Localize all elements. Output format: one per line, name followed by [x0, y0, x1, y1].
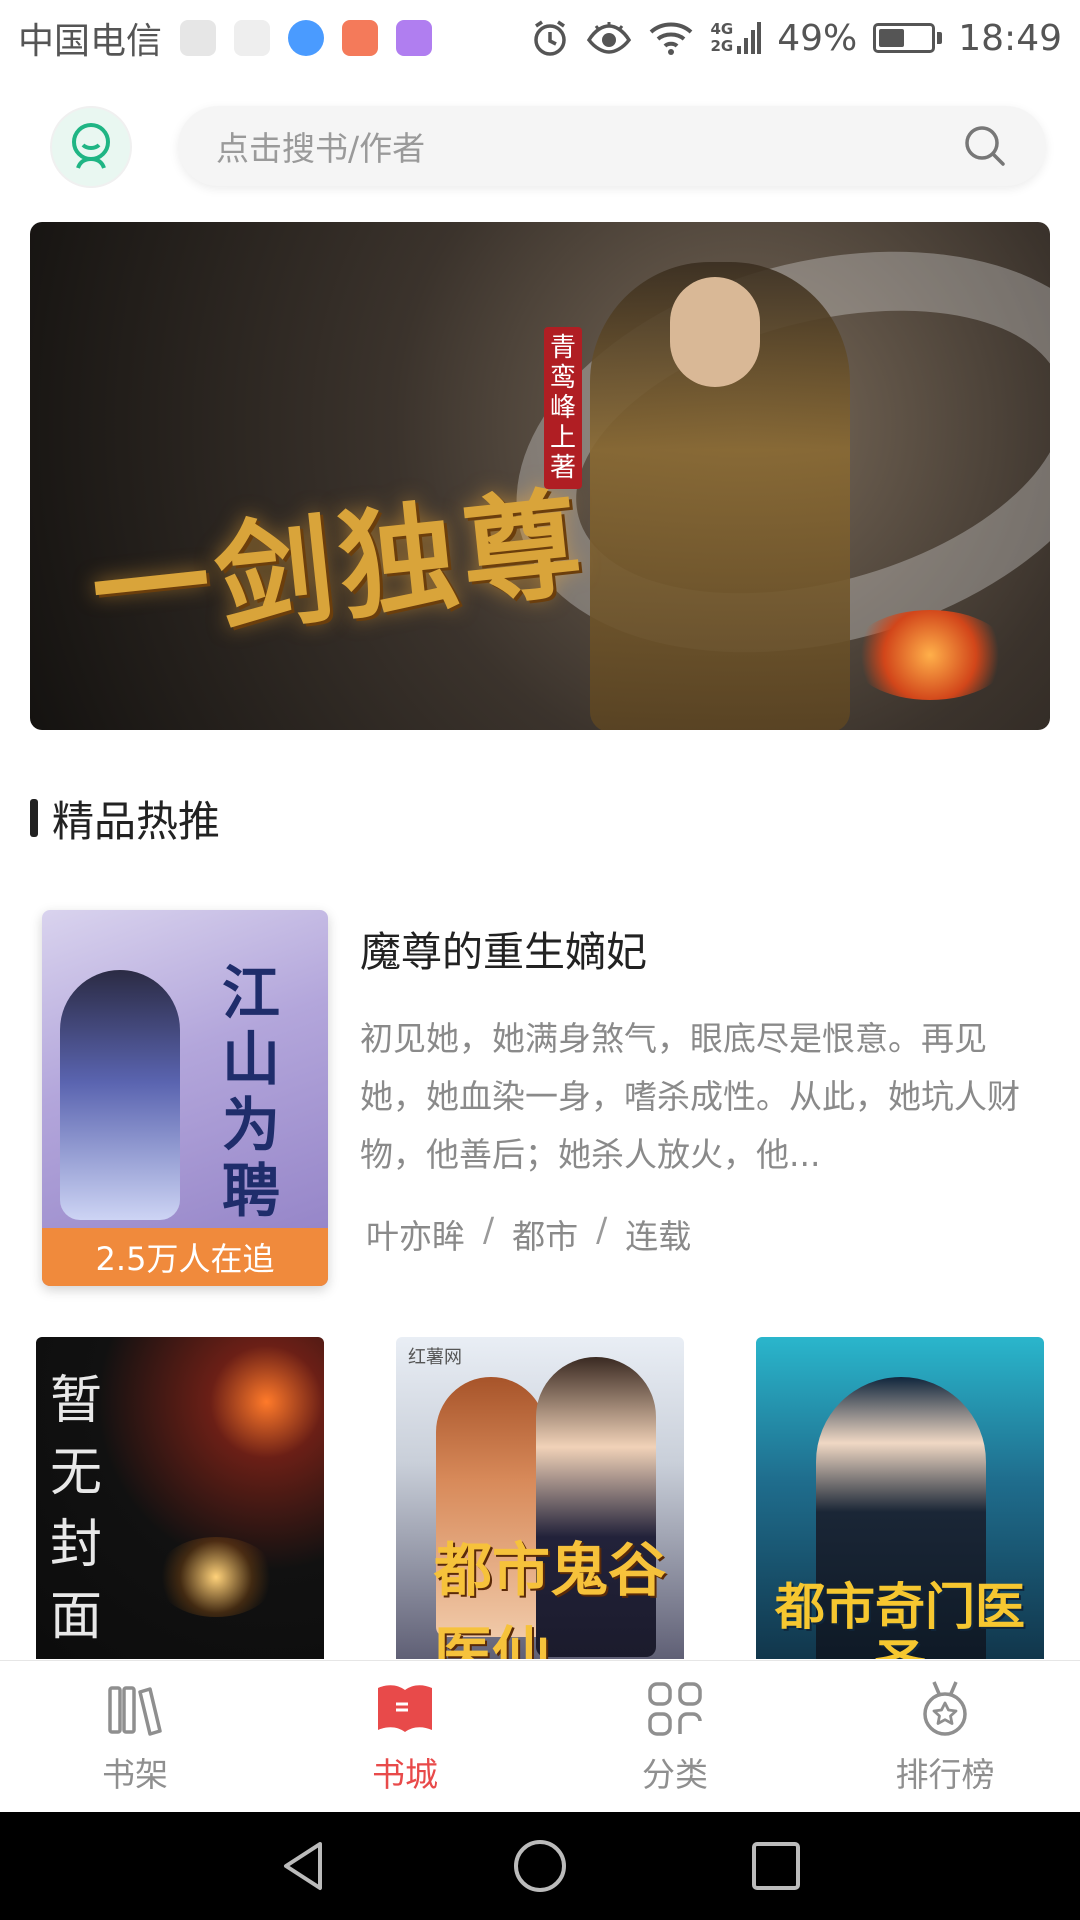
cover-title: 都市奇门医圣	[775, 1577, 1025, 1660]
nav-label: 书架	[102, 1754, 168, 1794]
section-header: 精品热推	[30, 790, 220, 846]
followers-badge: 2.5万人在追	[42, 1228, 328, 1286]
banner-character-head	[670, 277, 760, 387]
book-category: 都市	[512, 1217, 579, 1256]
battery-percent: 49%	[777, 17, 858, 59]
notification-icon-a	[180, 20, 217, 56]
network-2g-label: 2G	[710, 37, 734, 55]
book-status: 连载	[625, 1217, 692, 1256]
book-grid-row: 暂无封面 红薯网 都市鬼谷医仙 都市奇门医圣	[36, 1337, 1046, 1659]
cover-title: 都市鬼谷医仙	[434, 1536, 667, 1659]
user-avatar[interactable]	[50, 106, 132, 188]
recents-icon[interactable]	[748, 1838, 804, 1894]
book-cover-item[interactable]: 红薯网 都市鬼谷医仙	[396, 1337, 684, 1659]
cover-title: 江山为聘	[221, 959, 280, 1225]
bookshelf-icon	[108, 1685, 162, 1736]
meta-separator: /	[596, 1210, 608, 1249]
nav-bookstore[interactable]: 书城	[270, 1661, 540, 1812]
medal-icon	[923, 1680, 967, 1736]
cover-glow-decoration	[156, 1537, 276, 1617]
avatar-icon	[72, 123, 110, 169]
banner-carousel[interactable]: 一剑独尊 青鸾峰上著	[30, 222, 1050, 730]
wifi-icon	[650, 22, 693, 55]
banner-author-seal: 青鸾峰上著	[544, 327, 582, 489]
status-right: 4G 2G 49% 18:49	[530, 18, 1062, 59]
nav-label: 书城	[372, 1754, 438, 1794]
meta-separator: /	[483, 1210, 495, 1249]
cover-placeholder-text: 暂无封面	[50, 1371, 103, 1647]
featured-book-card[interactable]: 江山为聘 2.5万人在追 魔尊的重生嫡妃 初见她，她满身煞气，眼底尽是恨意。再见…	[42, 910, 1042, 1290]
nav-label: 分类	[642, 1754, 708, 1794]
banner-fire-decoration	[850, 610, 1010, 700]
battery-icon	[873, 23, 943, 53]
grid-icon	[648, 1681, 702, 1736]
system-navigation-bar	[0, 1812, 1080, 1920]
featured-book-title[interactable]: 魔尊的重生嫡妃	[360, 918, 647, 978]
status-bar: 中国电信 4G 2G 49% 18:49	[0, 0, 1080, 76]
gallery-app-icon	[396, 20, 433, 56]
featured-book-cover[interactable]: 江山为聘 2.5万人在追	[42, 910, 328, 1286]
search-icon[interactable]	[962, 123, 1008, 169]
book-cover-item[interactable]: 暂无封面	[36, 1337, 324, 1659]
alarm-icon	[534, 20, 567, 56]
cover-brand: 红薯网	[408, 1347, 462, 1368]
carrier-label: 中国电信	[18, 21, 163, 62]
clock: 18:49	[958, 17, 1062, 59]
back-icon[interactable]	[276, 1838, 332, 1894]
featured-book-meta: 叶亦眸 / 都市 / 连载	[366, 1210, 691, 1258]
search-input[interactable]: 点击搜书/作者	[178, 106, 1046, 186]
section-title: 精品热推	[52, 796, 221, 846]
banner-title: 一剑独尊	[85, 472, 593, 663]
network-4g-label: 4G	[710, 20, 734, 38]
cover-figure	[60, 970, 180, 1220]
home-icon[interactable]	[512, 1838, 568, 1894]
book-open-icon	[378, 1684, 432, 1732]
nav-label: 排行榜	[895, 1754, 995, 1794]
mail-app-icon	[342, 20, 379, 56]
nav-bookshelf[interactable]: 书架	[0, 1661, 270, 1812]
book-cover-item[interactable]: 都市奇门医圣	[756, 1337, 1044, 1659]
nav-ranking[interactable]: 排行榜	[810, 1661, 1080, 1812]
search-placeholder: 点击搜书/作者	[216, 129, 426, 168]
notification-icon-b	[234, 20, 271, 56]
nav-category[interactable]: 分类	[540, 1661, 810, 1812]
section-marker	[30, 799, 38, 837]
baidu-app-icon	[288, 20, 325, 56]
eye-comfort-icon	[587, 22, 632, 54]
bottom-navigation: 书架 书城 分类 排行榜	[0, 1660, 1080, 1812]
status-left: 中国电信	[18, 12, 433, 64]
featured-book-description: 初见她，她满身煞气，眼底尽是恨意。再见她，她血染一身，嗜杀成性。从此，她坑人财物…	[360, 1019, 1020, 1174]
book-author: 叶亦眸	[366, 1217, 465, 1256]
signal-icon	[737, 22, 762, 54]
header: 点击搜书/作者	[0, 76, 1080, 216]
network-indicator: 4G 2G	[710, 18, 762, 58]
